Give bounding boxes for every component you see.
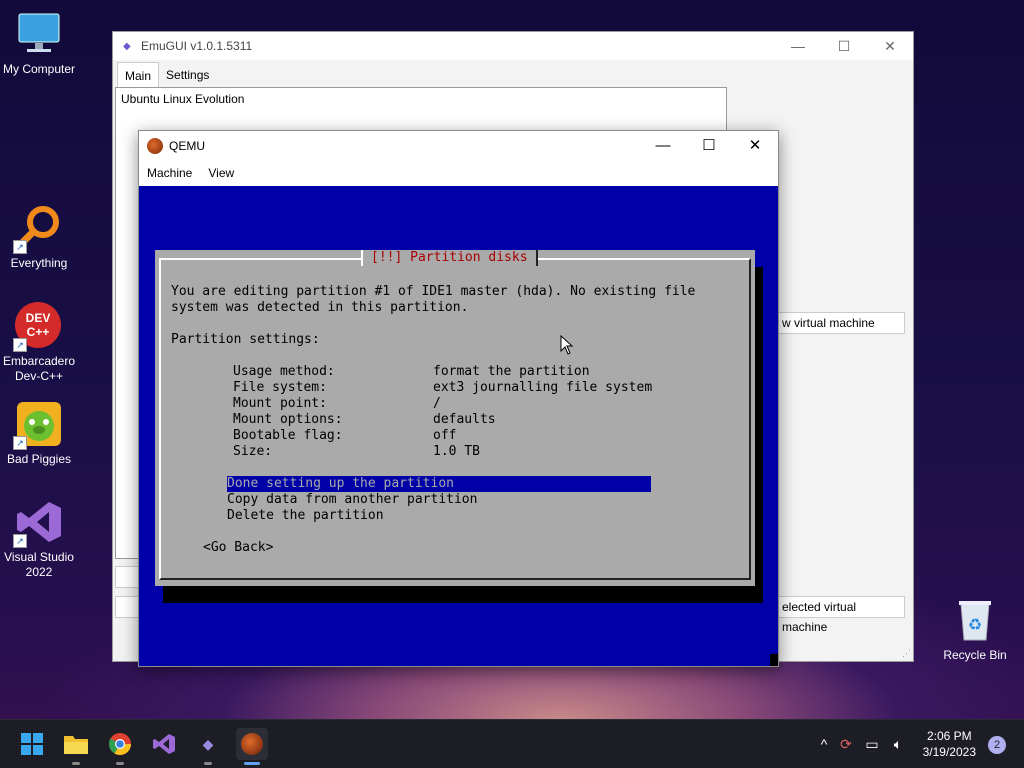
setting-key: File system:: [233, 380, 327, 395]
chevron-up-icon[interactable]: ^: [815, 736, 833, 752]
tab-main[interactable]: Main: [117, 62, 160, 89]
taskbar-qemu[interactable]: [236, 728, 268, 765]
desktop-icon-everything[interactable]: ↗ Everything: [1, 204, 77, 271]
setting-value: 1.0 TB: [433, 444, 480, 459]
folder-icon: [64, 736, 88, 754]
emugui-app-icon: ◆: [123, 40, 131, 52]
desktop-icon-label: Everything: [10, 256, 68, 270]
magnifier-icon: ↗: [13, 204, 63, 254]
start-button[interactable]: [16, 728, 48, 760]
dialog-frame: [!!] Partition disks You are editing par…: [159, 250, 751, 580]
dev-cpp-icon: DEV C++ ↗: [13, 302, 63, 352]
partition-dialog: [!!] Partition disks You are editing par…: [155, 250, 755, 586]
sync-icon[interactable]: ⟳: [833, 736, 859, 753]
go-back-button[interactable]: <Go Back>: [203, 540, 273, 556]
visual-studio-icon: ↗: [13, 498, 63, 548]
visual-studio-icon: [153, 734, 175, 754]
setting-value: defaults: [433, 412, 496, 427]
desktop-icon-label: Recycle Bin: [943, 648, 1007, 662]
monitor-icon: [15, 10, 63, 58]
shortcut-arrow-icon: ↗: [13, 534, 27, 548]
desktop-icon-label: Bad Piggies: [6, 452, 72, 466]
setting-key: Mount options:: [233, 412, 343, 427]
setting-value: format the partition: [433, 364, 590, 379]
qemu-app-icon: [241, 733, 263, 755]
desktop-icon-label: Embarcadero Dev-C++: [2, 354, 76, 383]
close-button[interactable]: ✕: [732, 131, 778, 160]
desktop-icon-label: My Computer: [2, 62, 76, 76]
desktop-icon-recycle-bin[interactable]: ♻ Recycle Bin: [937, 596, 1013, 663]
taskbar-emugui[interactable]: ◆: [192, 728, 224, 765]
maximize-button[interactable]: ☐: [821, 32, 867, 60]
left-button-1[interactable]: [115, 566, 139, 588]
intro-text-line-2: system was detected in this partition.: [171, 300, 469, 315]
vm-display[interactable]: [!!] Partition disks You are editing par…: [139, 186, 778, 666]
setting-value: ext3 journalling file system: [433, 380, 653, 395]
desktop-icon-dev-cpp[interactable]: DEV C++ ↗ Embarcadero Dev-C++: [1, 302, 77, 384]
qemu-window: QEMU — ☐ ✕ Machine View [!!] Partition d…: [138, 130, 779, 667]
setting-key: Mount point:: [233, 396, 327, 411]
shortcut-arrow-icon: ↗: [13, 240, 27, 254]
action-done-setting-up[interactable]: Done setting up the partition: [227, 476, 651, 492]
maximize-button[interactable]: ☐: [686, 131, 732, 160]
taskbar-file-explorer[interactable]: [60, 728, 92, 765]
action-copy-data[interactable]: Copy data from another partition: [227, 492, 477, 508]
setting-value: off: [433, 428, 457, 443]
taskbar-visual-studio[interactable]: [148, 728, 180, 760]
setting-key: Bootable flag:: [233, 428, 343, 443]
desktop-icon-label: Visual Studio 2022: [4, 550, 74, 579]
resize-grip-icon[interactable]: ⋰: [902, 648, 911, 659]
network-icon[interactable]: ▭: [859, 736, 885, 753]
close-button[interactable]: ✕: [867, 32, 913, 60]
emugui-app-icon: ◆: [202, 735, 214, 752]
recycle-bin-icon: ♻: [951, 596, 999, 644]
mouse-cursor-icon: [560, 335, 574, 355]
taskbar: ◆ ^ ⟳ ▭ 🔈︎ 2:06 PM 3/19/2023 2: [0, 719, 1024, 768]
delete-vm-button[interactable]: elected virtual machine: [775, 596, 905, 634]
notification-badge[interactable]: 2: [988, 736, 1006, 754]
intro-text-line-1: You are editing partition #1 of IDE1 mas…: [171, 284, 696, 299]
shortcut-arrow-icon: ↗: [13, 436, 27, 450]
setting-value: /: [433, 396, 441, 411]
speaker-icon[interactable]: 🔈︎: [885, 736, 911, 753]
chrome-icon: [109, 733, 131, 755]
qemu-app-icon: [147, 137, 163, 154]
shortcut-arrow-icon: ↗: [13, 338, 27, 352]
clock-time: 2:06 PM: [926, 729, 972, 743]
taskbar-chrome[interactable]: [104, 728, 136, 765]
action-delete-partition[interactable]: Delete the partition: [227, 508, 384, 524]
taskbar-clock[interactable]: 2:06 PM 3/19/2023: [923, 728, 976, 760]
desktop-icon-bad-piggies[interactable]: ↗ Bad Piggies: [1, 400, 77, 467]
window-title: QEMU: [169, 138, 205, 153]
clock-date: 3/19/2023: [922, 745, 976, 759]
setting-key: Usage method:: [233, 364, 335, 379]
vm-list-item[interactable]: Ubuntu Linux Evolution: [116, 88, 726, 110]
dialog-title: [!!] Partition disks: [361, 250, 538, 266]
tab-settings[interactable]: Settings: [159, 62, 216, 89]
desktop-icon-visual-studio[interactable]: ↗ Visual Studio 2022: [1, 498, 77, 580]
new-vm-button[interactable]: w virtual machine: [775, 312, 905, 334]
bad-piggies-icon: ↗: [13, 400, 63, 450]
minimize-button[interactable]: —: [775, 32, 821, 60]
qemu-menubar: Machine View: [139, 160, 778, 186]
emugui-tabs: Main Settings: [117, 62, 216, 89]
screen-corner-mark: [770, 654, 778, 666]
system-tray: ^ ⟳ ▭ 🔈︎: [815, 720, 911, 768]
windows-logo-icon: [21, 733, 43, 755]
menu-machine[interactable]: Machine: [139, 160, 200, 186]
settings-heading: Partition settings:: [171, 332, 320, 347]
menu-view[interactable]: View: [200, 160, 242, 186]
desktop-icon-my-computer[interactable]: My Computer: [1, 10, 77, 77]
left-button-2[interactable]: [115, 596, 139, 618]
svg-text:♻: ♻: [968, 617, 982, 634]
minimize-button[interactable]: —: [640, 131, 686, 160]
setting-key: Size:: [233, 444, 273, 459]
window-title: EmuGUI v1.0.1.5311: [141, 39, 253, 53]
